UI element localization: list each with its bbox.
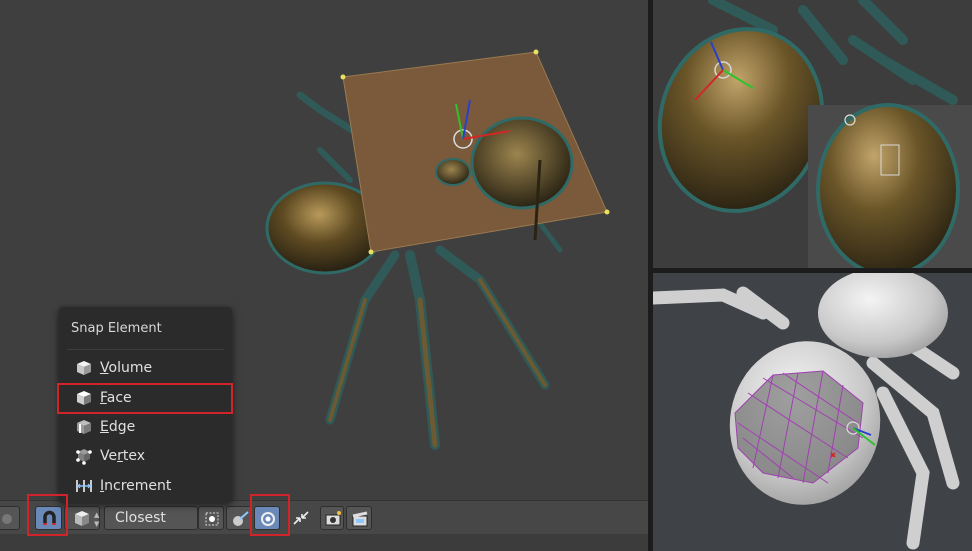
ant-thorax-white (818, 273, 948, 358)
menu-title: Snap Element (71, 321, 162, 336)
ant-head (470, 116, 574, 210)
snap-target-label: Closest (115, 510, 166, 526)
status-bar (0, 534, 648, 551)
svg-text:▼: ▼ (94, 520, 100, 528)
ant-abdomen-inset (816, 103, 960, 268)
snap-element-dropdown[interactable]: ▲ ▼ (64, 506, 100, 530)
opengl-render-image-button[interactable] (320, 506, 344, 530)
clapperboard-icon (352, 511, 368, 527)
viewport-header: ▲ ▼ Closest (0, 500, 648, 535)
top-right-3d-viewport[interactable] (653, 0, 972, 268)
menu-item-increment[interactable]: Increment (67, 473, 227, 499)
menu-separator (67, 349, 224, 350)
menu-item-volume[interactable]: Volume (67, 355, 227, 381)
svg-text:▲: ▲ (94, 511, 100, 519)
menu-item-label: Edge (100, 419, 136, 435)
menu-item-label: Volume (100, 360, 153, 376)
snap-project-button[interactable] (226, 506, 252, 530)
opengl-render-animation-button[interactable] (346, 506, 372, 530)
align-rotation-icon (205, 512, 219, 526)
increment-icon (76, 480, 92, 492)
edge-cube-icon (77, 420, 91, 434)
vertex-cube-icon (76, 449, 92, 465)
face-cube-icon: ▲ ▼ (75, 511, 100, 528)
shrink-arrows-icon (293, 511, 309, 525)
snap-self-highlight-annotation (250, 494, 290, 536)
proportional-edit-button[interactable] (288, 506, 314, 530)
top-right-scene (657, 0, 972, 268)
snap-target-dropdown[interactable]: Closest (104, 506, 198, 530)
menu-item-label: Increment (100, 478, 172, 494)
menu-item-vertex[interactable]: Vertex (67, 443, 227, 469)
snap-toggle-highlight-annotation (27, 494, 68, 536)
pivot-dropdown[interactable] (0, 506, 20, 530)
face-highlight-annotation (57, 383, 233, 414)
snap-align-rotation-button[interactable] (198, 506, 224, 530)
menu-item-label: Vertex (100, 448, 146, 464)
camera-icon (325, 511, 341, 526)
bottom-right-3d-viewport[interactable] (653, 273, 972, 551)
menu-item-edge[interactable]: Edge (67, 414, 227, 440)
cube-icon (77, 361, 91, 375)
bottom-right-scene (653, 273, 960, 550)
